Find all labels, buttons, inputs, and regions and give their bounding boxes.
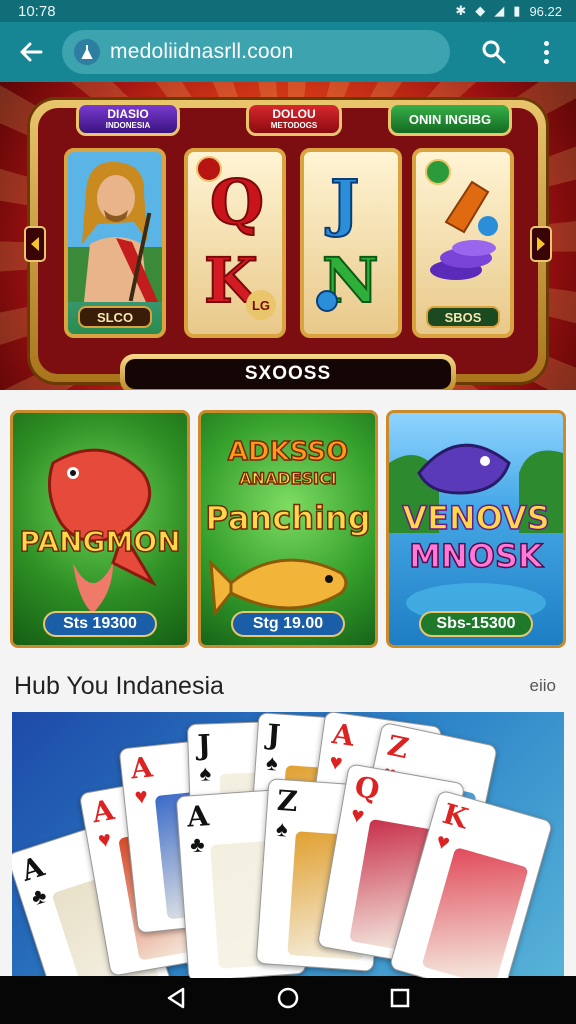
nav-home-icon xyxy=(277,987,299,1008)
card-suit-icon: ♥ xyxy=(327,748,345,776)
url-bar[interactable]: medoliidnasrll.coon xyxy=(62,30,450,74)
banner-pill-right[interactable]: ONIN INGIBG xyxy=(388,102,512,136)
reel-jn: J N xyxy=(300,148,402,338)
nav-recents-icon xyxy=(391,988,410,1007)
symbols-illustration xyxy=(425,159,498,280)
more-vert-icon xyxy=(543,40,549,46)
nav-recents-button[interactable] xyxy=(389,987,411,1014)
card-rank: J xyxy=(265,717,282,752)
card-rank: A xyxy=(17,849,49,888)
game-tile[interactable]: ADKSSO ANADESICI Panching Stg 19.00 xyxy=(198,410,378,648)
card-artwork xyxy=(421,846,529,978)
battery-icon: ▮ xyxy=(513,3,521,18)
game-tile[interactable]: VENOVS MNOSK Sbs-15300 xyxy=(386,410,566,648)
flower-icon xyxy=(196,156,222,182)
nav-home-button[interactable] xyxy=(276,986,300,1015)
chevron-left-icon xyxy=(31,237,39,251)
banner-pill-middle[interactable]: DOLOU METODOGS xyxy=(246,102,342,136)
signal-icon: ◢ xyxy=(494,3,505,18)
slot-frame: DIASIO INDONESIA DOLOU METODOGS ONIN ING… xyxy=(24,100,552,390)
card-suit-icon: ♠ xyxy=(275,815,289,842)
card-rank: A xyxy=(89,793,117,830)
game-title: PANGMON xyxy=(19,524,182,559)
site-security-icon xyxy=(74,39,100,65)
game-title-top: VENOVS xyxy=(401,498,550,538)
section-title: Hub You Indanesia xyxy=(14,671,224,700)
overflow-menu-button[interactable] xyxy=(524,22,568,82)
game-price: Sbs-15300 xyxy=(419,611,533,637)
battery-level: 96.22 xyxy=(529,3,562,19)
card-rank: J xyxy=(196,728,212,762)
reel-qk: Q K LG xyxy=(184,148,286,338)
status-bar: 10:78 ✱ ◆ ◢ ▮ 96.22 xyxy=(0,0,576,22)
section-more-link[interactable]: eiio xyxy=(530,676,556,696)
card-rank: A xyxy=(330,717,357,753)
reel-label: SBOS xyxy=(426,306,500,328)
reel-character: SLCO xyxy=(64,148,166,338)
card-suit-icon: ♣ xyxy=(28,882,50,911)
card-suit-icon: ♠ xyxy=(199,760,212,786)
card-rank: A xyxy=(185,799,210,834)
status-icons: ✱ ◆ ◢ ▮ 96.22 xyxy=(455,3,562,19)
card-rank: A xyxy=(129,750,155,786)
game-price: Sts 19300 xyxy=(43,611,157,637)
chevron-right-icon xyxy=(537,237,545,251)
gem-icon xyxy=(316,290,338,312)
back-arrow-icon xyxy=(20,42,43,62)
card-suit-icon: ♠ xyxy=(265,749,279,776)
game-price: Stg 19.00 xyxy=(231,611,345,637)
reel-label: SLCO xyxy=(78,306,152,328)
cards-banner[interactable]: A♣A♥A♥J♠J♠A♥Z♥A♣Z♠Q♥K♥ xyxy=(12,712,564,978)
wifi-icon: ◆ xyxy=(475,3,486,18)
reel-badge: LG xyxy=(246,290,276,320)
reel-letter-j: J xyxy=(329,165,360,240)
card-suit-icon: ♥ xyxy=(433,827,453,856)
card-rank: Z xyxy=(275,783,299,819)
card-suit-icon: ♥ xyxy=(96,825,114,853)
prev-arrow[interactable] xyxy=(24,226,46,262)
next-arrow[interactable] xyxy=(530,226,552,262)
section-header: Hub You Indanesia eiio xyxy=(14,668,562,704)
search-button[interactable] xyxy=(464,22,524,82)
character-illustration xyxy=(68,152,162,302)
card-suit-icon: ♣ xyxy=(189,831,206,858)
card-rank: Z xyxy=(384,728,412,766)
nav-back-button[interactable] xyxy=(165,987,187,1014)
banner-bottom-plate: SXOOSS xyxy=(120,354,456,390)
search-icon xyxy=(482,40,506,64)
system-nav-bar xyxy=(0,976,576,1024)
nav-back-icon xyxy=(167,987,184,1008)
game-title: MNOSK xyxy=(408,536,543,576)
reel-symbols: SBOS xyxy=(412,148,514,338)
banner-pill-left[interactable]: DIASIO INDONESIA xyxy=(76,102,180,136)
game-tile[interactable]: PANGMON Sts 19300 xyxy=(10,410,190,648)
back-button[interactable] xyxy=(0,22,62,82)
card-rank: Q xyxy=(352,769,383,807)
card-suit-icon: ♥ xyxy=(349,801,367,829)
bluetooth-icon: ✱ xyxy=(455,3,467,18)
slot-banner[interactable]: DIASIO INDONESIA DOLOU METODOGS ONIN ING… xyxy=(0,82,576,390)
url-text: medoliidnasrll.coon xyxy=(110,40,294,63)
status-time: 10:78 xyxy=(18,2,56,20)
card-suit-icon: ♥ xyxy=(133,782,150,810)
game-tiles: PANGMON Sts 19300 ADKSSO ANADESICI Panch… xyxy=(10,410,566,650)
browser-toolbar: medoliidnasrll.coon xyxy=(0,22,576,82)
